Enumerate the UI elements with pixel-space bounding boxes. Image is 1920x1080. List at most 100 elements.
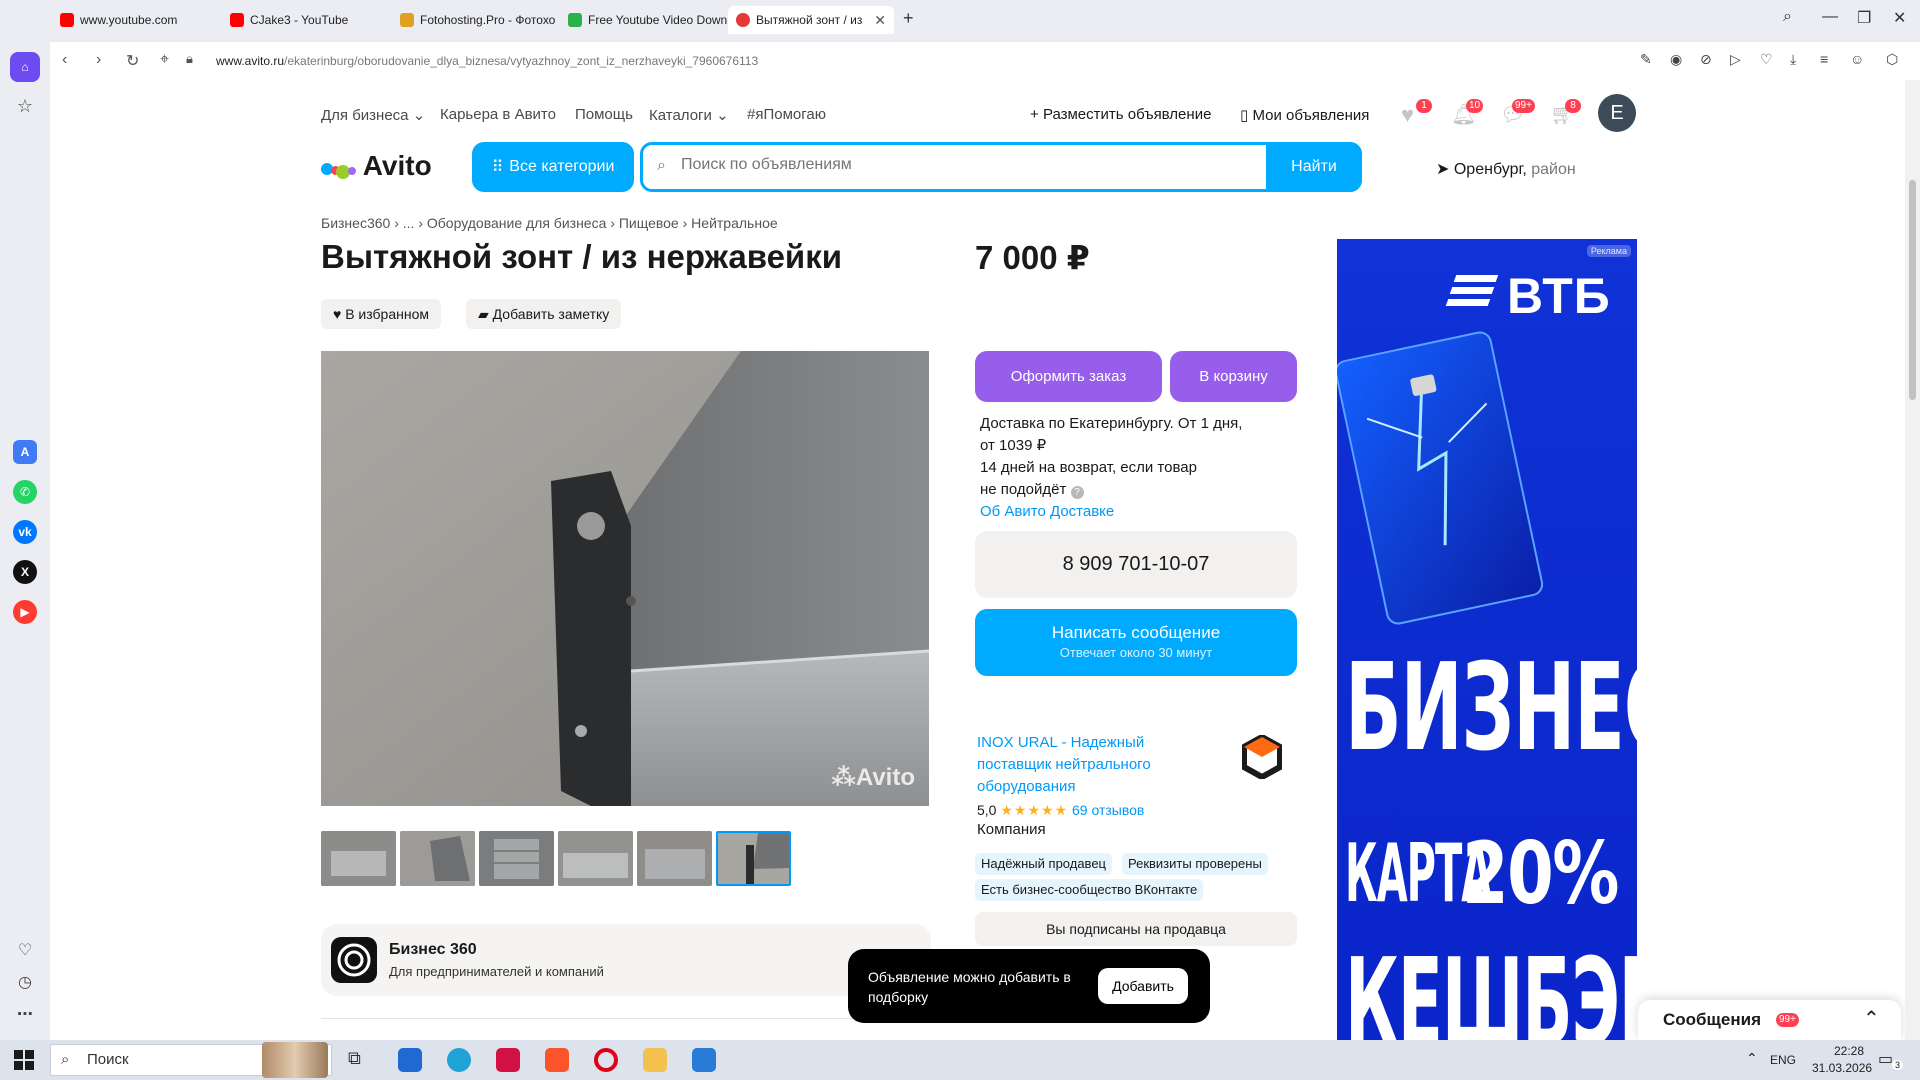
business360-banner[interactable]: Бизнес 360 Для предпринимателей и компан… xyxy=(321,924,931,996)
vivaldi-icon[interactable] xyxy=(496,1048,520,1072)
subscribed-button[interactable]: Вы подписаны на продавца xyxy=(975,912,1297,946)
close-window-icon[interactable]: ✕ xyxy=(1893,8,1906,28)
seller-logo[interactable] xyxy=(1242,735,1282,779)
product-image[interactable]: ⁂Avito xyxy=(321,351,929,806)
opera-icon[interactable] xyxy=(594,1048,618,1072)
close-tab-icon[interactable]: ✕ xyxy=(874,12,886,29)
phone-button[interactable]: 8 909 701-10-07 xyxy=(975,531,1297,598)
restore-icon[interactable]: ❐ xyxy=(1857,8,1871,28)
cube-icon[interactable]: ⬡ xyxy=(1886,51,1898,68)
notifications-icon[interactable]: ▭ xyxy=(1878,1049,1893,1069)
seller-name-link[interactable]: INOX URAL - Надежный поставщик нейтральн… xyxy=(977,732,1187,798)
breadcrumb-item[interactable]: ... xyxy=(403,215,415,231)
tab-youtube[interactable]: www.youtube.com xyxy=(52,6,222,34)
delivery-link[interactable]: Об Авито Доставке xyxy=(980,501,1242,523)
youtube-icon xyxy=(230,13,244,27)
language-indicator[interactable]: ENG xyxy=(1770,1053,1796,1067)
toast-add-button[interactable]: Добавить xyxy=(1098,968,1188,1004)
breadcrumb-item[interactable]: Пищевое xyxy=(619,215,679,231)
brave-icon[interactable] xyxy=(545,1048,569,1072)
favorites-heart-icon[interactable]: ♥ xyxy=(1401,102,1414,128)
history-icon[interactable]: ◷ xyxy=(13,970,37,994)
url-field[interactable]: www.avito.ru/ekaterinburg/oborudovanie_d… xyxy=(216,54,758,68)
vk-icon[interactable]: vk xyxy=(13,520,37,544)
lock-icon[interactable]: 🔒︎ xyxy=(186,51,193,67)
tab-cjake3[interactable]: CJake3 - YouTube xyxy=(222,6,392,34)
task-view-icon[interactable]: ⧉ xyxy=(348,1048,372,1072)
page-scrollbar[interactable] xyxy=(1905,80,1920,1040)
scrollbar-thumb[interactable] xyxy=(1909,180,1916,400)
nav-business[interactable]: Для бизнеса ⌄ xyxy=(321,106,425,124)
clock[interactable]: 22:28 31.03.2026 xyxy=(1812,1044,1872,1075)
avito-logo[interactable]: Avito xyxy=(321,150,432,182)
thumbnail[interactable] xyxy=(400,831,475,886)
file-explorer-icon[interactable] xyxy=(643,1048,667,1072)
heart-icon[interactable]: ♡ xyxy=(1760,51,1773,68)
vtb-ad-banner[interactable]: Реклама ВТБ БИЗНЕС КАРТА 20% КЕШБЭК xyxy=(1337,239,1637,1040)
play-icon[interactable]: ▷ xyxy=(1730,51,1741,68)
home-icon[interactable]: ⌂ xyxy=(10,52,40,82)
plus-icon: + xyxy=(1030,106,1039,123)
reviews-link[interactable]: 69 отзывов xyxy=(1072,802,1144,818)
search-button[interactable]: Найти xyxy=(1266,142,1362,192)
breadcrumb-item[interactable]: Бизнес360 xyxy=(321,215,390,231)
avatar[interactable]: E xyxy=(1598,94,1636,132)
new-tab-icon[interactable]: + xyxy=(903,8,914,29)
menu-icon[interactable]: ≡ xyxy=(1820,51,1828,67)
search-highlight-image[interactable] xyxy=(262,1042,328,1078)
edge-icon[interactable] xyxy=(447,1048,471,1072)
profile-icon[interactable]: ☺ xyxy=(1850,51,1864,67)
location-pin-icon[interactable]: ⌖ xyxy=(160,51,169,69)
tab-fotohosting[interactable]: Fotohosting.Pro - Фотохо xyxy=(392,6,560,34)
post-ad-link[interactable]: + Разместить объявление xyxy=(1030,106,1211,123)
thumbnail[interactable] xyxy=(558,831,633,886)
outlook-icon[interactable] xyxy=(398,1048,422,1072)
help-icon[interactable]: ? xyxy=(1070,486,1084,499)
search-tabs-icon[interactable]: ⌕ xyxy=(1783,8,1792,26)
tab-video-downloader[interactable]: Free Youtube Video Down xyxy=(560,6,728,34)
nav-career[interactable]: Карьера в Авито xyxy=(440,106,556,123)
photos-icon[interactable] xyxy=(692,1048,716,1072)
nav-help[interactable]: Помощь xyxy=(575,106,633,123)
forward-icon[interactable]: › xyxy=(96,51,101,69)
music-player-icon[interactable]: ▶ xyxy=(13,600,37,624)
write-message-button[interactable]: Написать сообщение Отвечает около 30 мин… xyxy=(975,609,1297,676)
aria-icon[interactable]: A xyxy=(13,440,37,464)
reload-icon[interactable]: ↻ xyxy=(126,51,139,71)
adblock-icon[interactable]: ⊘ xyxy=(1700,51,1712,68)
tab-avito-active[interactable]: Вытяжной зонт / из нерж ✕ xyxy=(728,6,894,34)
messenger-bar[interactable]: Сообщения 99+ ⌃ xyxy=(1638,1000,1901,1040)
tray-chevron-icon[interactable]: ⌃ xyxy=(1746,1050,1758,1067)
taskbar: ⌕ Поиск ⧉ ⌃ ENG 22:28 31.03.2026 ▭ 3 xyxy=(0,1040,1920,1080)
add-note-chip[interactable]: ▰ Добавить заметку xyxy=(466,299,622,329)
my-ads-link[interactable]: ▯ Мои объявления xyxy=(1240,106,1369,124)
heart-icon[interactable]: ♡ xyxy=(13,938,37,962)
download-icon[interactable]: ⤓ xyxy=(1790,51,1796,68)
whatsapp-icon[interactable]: ✆ xyxy=(13,480,37,504)
back-icon[interactable]: ‹ xyxy=(62,51,67,69)
x-icon[interactable]: X xyxy=(13,560,37,584)
add-to-cart-button[interactable]: В корзину xyxy=(1170,351,1297,402)
thumbnail[interactable] xyxy=(479,831,554,886)
chevron-up-icon[interactable]: ⌃ xyxy=(1863,1006,1880,1031)
search-input[interactable] xyxy=(681,156,1221,174)
thumbnail-selected[interactable] xyxy=(716,831,791,886)
minimize-icon[interactable]: — xyxy=(1822,8,1838,26)
star-icon[interactable]: ☆ xyxy=(13,94,37,118)
logo-text: Avito xyxy=(362,150,432,181)
clock-time: 22:28 xyxy=(1833,1044,1864,1058)
breadcrumb-item[interactable]: Оборудование для бизнеса xyxy=(427,215,606,231)
thumbnail[interactable] xyxy=(321,831,396,886)
breadcrumb-item[interactable]: Нейтральное xyxy=(691,215,777,231)
nav-catalogs[interactable]: Каталоги ⌄ xyxy=(649,106,729,124)
camera-icon[interactable]: ◉ xyxy=(1670,51,1682,68)
order-button[interactable]: Оформить заказ xyxy=(975,351,1162,402)
favorite-chip[interactable]: ♥ В избранном xyxy=(321,299,441,329)
nav-help-tag[interactable]: #яПомогаю xyxy=(747,106,826,123)
all-categories-button[interactable]: ⠿ Все категории xyxy=(472,142,634,192)
thumbnail[interactable] xyxy=(637,831,712,886)
location-selector[interactable]: ➤ Оренбург, район xyxy=(1436,159,1576,179)
more-icon[interactable]: ⋯ xyxy=(13,1002,37,1026)
windows-start-icon[interactable] xyxy=(14,1050,34,1070)
edit-icon[interactable]: ✎ xyxy=(1640,51,1652,68)
